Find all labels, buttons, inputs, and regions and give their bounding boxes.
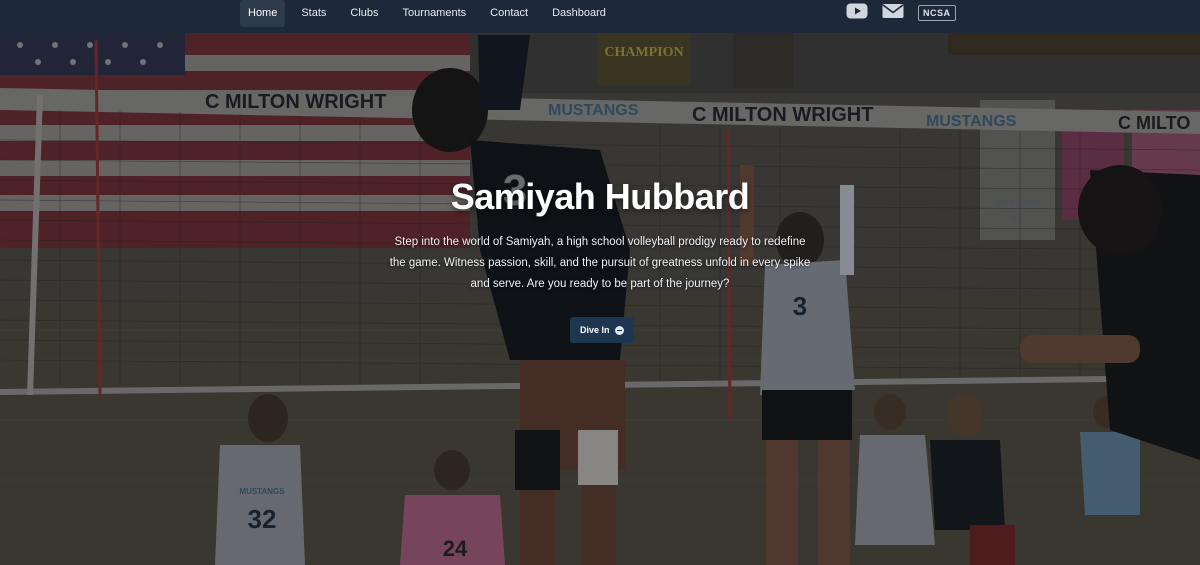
nav-link-home[interactable]: Home: [240, 0, 286, 27]
nav-links: Home Stats Clubs Tournaments Contact Das…: [240, 0, 622, 27]
youtube-icon[interactable]: [846, 3, 868, 24]
hero-title: Samiyah Hubbard: [450, 176, 750, 217]
dive-in-label: Dive In: [580, 325, 610, 335]
nav-link-clubs[interactable]: Clubs: [342, 0, 386, 27]
mail-icon[interactable]: [882, 3, 904, 24]
hero-section: CHAMPION 2016 - 2019 N.A C MILTON WRIGHT…: [0, 33, 1200, 565]
arrow-right-icon: [614, 325, 624, 335]
top-navbar: Home Stats Clubs Tournaments Contact Das…: [0, 0, 1200, 33]
nav-link-stats[interactable]: Stats: [293, 0, 334, 27]
nav-link-contact[interactable]: Contact: [482, 0, 536, 27]
nav-link-dashboard[interactable]: Dashboard: [544, 0, 614, 27]
nav-link-tournaments[interactable]: Tournaments: [395, 0, 475, 27]
hero-subtitle: Step into the world of Samiyah, a high s…: [389, 236, 811, 290]
nav-icons: NCSA: [846, 3, 956, 24]
ncsa-badge[interactable]: NCSA: [918, 5, 956, 21]
dive-in-button[interactable]: Dive In: [570, 317, 634, 343]
hero-dark-overlay: [0, 33, 1200, 565]
